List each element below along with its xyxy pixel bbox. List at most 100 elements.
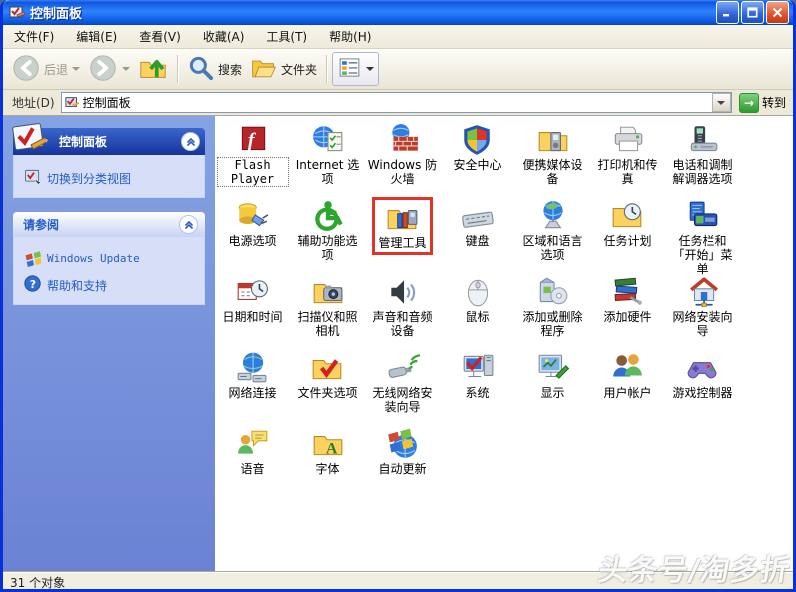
cp-item-label: 安全中心 bbox=[453, 158, 502, 172]
address-dropdown-button[interactable] bbox=[711, 93, 731, 112]
cp-item-label: 辅助功能选项 bbox=[297, 234, 358, 262]
forward-dropdown-icon[interactable] bbox=[122, 67, 131, 71]
addremove-icon bbox=[536, 275, 570, 309]
menu-item-0[interactable]: 文件(F) bbox=[3, 25, 65, 48]
cp-item-label: 字体 bbox=[315, 462, 340, 476]
menu-item-5[interactable]: 帮助(H) bbox=[318, 25, 382, 48]
go-arrow-icon: → bbox=[738, 92, 759, 113]
cp-item-label: 区域和语言选项 bbox=[522, 234, 583, 262]
address-control-panel-icon bbox=[65, 95, 80, 110]
cp-item-tasks[interactable]: 任务计划 bbox=[602, 197, 652, 249]
cp-item-cell: 辅助功能选项 bbox=[290, 197, 365, 273]
cp-item-region[interactable]: 区域和语言选项 bbox=[517, 197, 589, 263]
cp-item-firewall[interactable]: Windows 防火墙 bbox=[367, 121, 439, 187]
cp-item-power[interactable]: 电源选项 bbox=[227, 197, 277, 249]
folders-button[interactable]: 文件夹 bbox=[246, 52, 321, 87]
task-link[interactable]: ? 帮助和支持 bbox=[24, 275, 198, 294]
taskbar-icon bbox=[686, 199, 720, 233]
cp-item-cell: 管理工具 bbox=[365, 197, 440, 273]
cp-item-folderopt[interactable]: 文件夹选项 bbox=[296, 349, 358, 401]
maximize-button[interactable] bbox=[741, 1, 764, 24]
cp-item-flash[interactable]: f Flash Player bbox=[216, 121, 289, 187]
cp-item-addhw[interactable]: 添加硬件 bbox=[602, 273, 652, 325]
address-bar: 地址(D) 控制面板 → 转到 bbox=[3, 90, 793, 116]
cp-item-cell: 自动更新 bbox=[365, 425, 440, 501]
cp-item-cell: 鼠标 bbox=[440, 273, 515, 349]
address-label: 地址(D) bbox=[12, 96, 55, 110]
see-also-panel-header[interactable]: 请参阅 bbox=[13, 212, 205, 237]
forward-button[interactable] bbox=[84, 51, 134, 88]
cp-item-access[interactable]: 辅助功能选项 bbox=[292, 197, 364, 263]
see-also-panel: 请参阅 Windows Update ? 帮助和支持 bbox=[13, 212, 205, 305]
cp-item-cell: 任务栏和「开始」菜单 bbox=[665, 197, 740, 276]
cp-item-cell: 日期和时间 bbox=[215, 273, 290, 349]
address-combobox[interactable]: 控制面板 bbox=[60, 92, 732, 113]
cp-item-label: 添加硬件 bbox=[603, 310, 652, 324]
cp-item-cell: 打印机和传真 bbox=[590, 121, 665, 197]
cp-item-gamepad[interactable]: 游戏控制器 bbox=[671, 349, 733, 401]
back-label: 后退 bbox=[44, 62, 69, 77]
views-dropdown-icon bbox=[366, 67, 375, 71]
svg-text:A: A bbox=[325, 441, 337, 458]
minimize-button[interactable] bbox=[716, 1, 739, 24]
cp-item-cell: 系统 bbox=[440, 349, 515, 425]
cp-item-netconn[interactable]: 网络连接 bbox=[227, 349, 277, 401]
admin-icon bbox=[385, 201, 419, 235]
menu-item-3[interactable]: 收藏(A) bbox=[192, 25, 256, 48]
search-button[interactable]: 搜索 bbox=[183, 52, 246, 87]
back-button[interactable]: 后退 bbox=[7, 51, 84, 88]
task-link[interactable]: Windows Update bbox=[24, 250, 198, 267]
cp-item-label: 任务栏和「开始」菜单 bbox=[672, 234, 733, 276]
cp-item-media[interactable]: 便携媒体设备 bbox=[517, 121, 589, 187]
panel-body: Windows Update ? 帮助和支持 bbox=[13, 237, 205, 305]
cp-item-netwizard[interactable]: 网络安装向导 bbox=[667, 273, 739, 339]
object-count: 31 个对象 bbox=[10, 576, 66, 590]
cp-item-label: 无线网络安装向导 bbox=[372, 386, 433, 414]
cp-item-mouse[interactable]: 鼠标 bbox=[460, 273, 496, 325]
cp-item-label: 系统 bbox=[465, 386, 490, 400]
users-icon bbox=[610, 351, 644, 385]
go-label: 转到 bbox=[761, 96, 786, 110]
back-dropdown-icon[interactable] bbox=[72, 67, 81, 71]
task-link-label: 切换到分类视图 bbox=[47, 172, 132, 186]
collapse-chevron-icon[interactable] bbox=[179, 215, 198, 234]
cp-item-users[interactable]: 用户帐户 bbox=[602, 349, 652, 401]
datetime-icon bbox=[235, 275, 269, 309]
task-link[interactable]: 切换到分类视图 bbox=[24, 168, 198, 187]
cp-item-camera[interactable]: 扫描仪和照相机 bbox=[292, 273, 364, 339]
cp-item-sound[interactable]: 声音和音频设备 bbox=[367, 273, 439, 339]
views-button[interactable] bbox=[332, 52, 380, 86]
cp-item-security[interactable]: 安全中心 bbox=[452, 121, 502, 173]
cp-item-label: 电源选项 bbox=[228, 234, 277, 248]
cp-item-label: 任务计划 bbox=[603, 234, 652, 248]
sound-icon bbox=[386, 275, 420, 309]
cp-item-datetime[interactable]: 日期和时间 bbox=[221, 273, 283, 325]
display-icon bbox=[536, 351, 570, 385]
address-value[interactable]: 控制面板 bbox=[83, 94, 712, 111]
cp-item-speech[interactable]: 语音 bbox=[235, 425, 271, 477]
close-button[interactable] bbox=[766, 1, 789, 24]
control-panel-panel-header[interactable]: 控制面板 bbox=[12, 123, 205, 155]
cp-item-inet[interactable]: Internet 选项 bbox=[292, 121, 364, 187]
menu-item-2[interactable]: 查看(V) bbox=[128, 25, 192, 48]
title-bar: 控制面板 bbox=[3, 0, 793, 25]
cp-item-admin[interactable]: 管理工具 bbox=[372, 197, 433, 255]
cp-item-keyboard[interactable]: 键盘 bbox=[460, 197, 496, 249]
media-icon bbox=[536, 123, 570, 157]
menu-item-1[interactable]: 编辑(E) bbox=[65, 25, 128, 48]
cp-item-label: 用户帐户 bbox=[603, 386, 652, 400]
cp-item-fonts[interactable]: A 字体 bbox=[310, 425, 346, 477]
autoupdate-icon bbox=[385, 427, 419, 461]
menu-item-4[interactable]: 工具(T) bbox=[255, 25, 318, 48]
cp-item-addremove[interactable]: 添加或删除程序 bbox=[517, 273, 589, 339]
cp-item-wireless[interactable]: 无线网络安装向导 bbox=[367, 349, 439, 415]
cp-item-display[interactable]: 显示 bbox=[535, 349, 571, 401]
cp-item-taskbar[interactable]: 任务栏和「开始」菜单 bbox=[667, 197, 739, 277]
cp-item-system[interactable]: 系统 bbox=[460, 349, 496, 401]
up-button[interactable] bbox=[134, 51, 172, 88]
cp-item-autoupdate[interactable]: 自动更新 bbox=[377, 425, 427, 477]
cp-item-phone[interactable]: 电话和调制解调器选项 bbox=[667, 121, 739, 187]
cp-item-printer[interactable]: 打印机和传真 bbox=[592, 121, 664, 187]
collapse-chevron-icon[interactable] bbox=[181, 132, 200, 151]
go-button[interactable]: → 转到 bbox=[738, 92, 786, 113]
